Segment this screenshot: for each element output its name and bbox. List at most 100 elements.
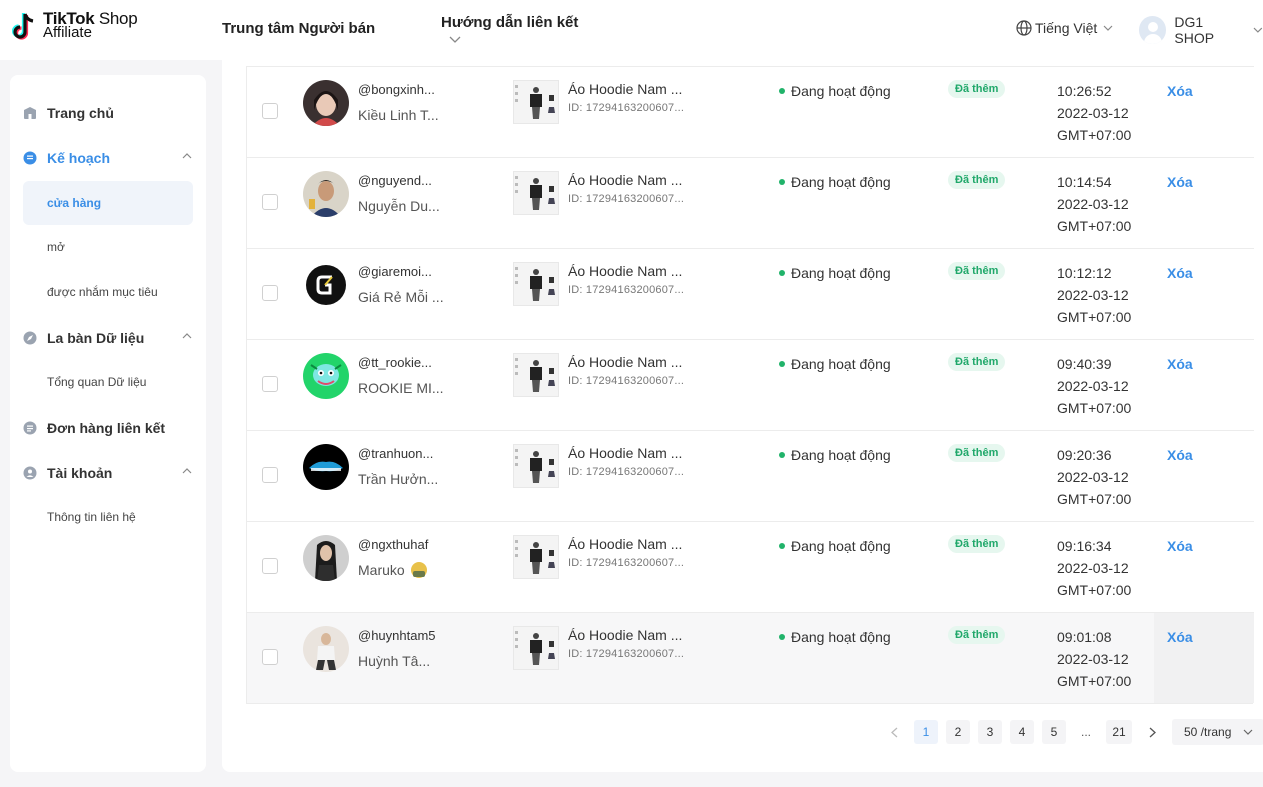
- status-text: Đang hoạt động: [791, 538, 891, 554]
- creator-handle[interactable]: @ngxthuhaf: [358, 537, 428, 552]
- table-row: @huynhtam5 Huỳnh Tâ... Áo Hoodie Nam ...…: [247, 612, 1254, 703]
- sidebar-item-plan[interactable]: Kế hoạch: [10, 140, 206, 176]
- creators-table: @bongxinh... Kiều Linh T... Áo Hoodie Na…: [246, 66, 1254, 704]
- language-label: Tiếng Việt: [1035, 20, 1098, 36]
- product-thumbnail: [513, 353, 559, 397]
- status-text: Đang hoạt động: [791, 447, 891, 463]
- product-name[interactable]: Áo Hoodie Nam ...: [568, 627, 682, 643]
- product-name[interactable]: Áo Hoodie Nam ...: [568, 263, 682, 279]
- nav-affiliate-guide[interactable]: Hướng dẫn liên kết: [441, 14, 578, 31]
- status-cell: Đang hoạt động: [779, 265, 891, 281]
- prev-page-button[interactable]: [882, 720, 906, 744]
- language-selector[interactable]: Tiếng Việt: [1016, 20, 1113, 36]
- page-button-3[interactable]: 3: [978, 720, 1002, 744]
- chevron-down-icon[interactable]: [449, 36, 461, 44]
- creator-avatar: [303, 353, 349, 399]
- page-button-1[interactable]: 1: [914, 720, 938, 744]
- chevron-up-icon[interactable]: [182, 468, 192, 474]
- creator-avatar: [303, 626, 349, 672]
- next-page-button[interactable]: [1140, 720, 1164, 744]
- row-checkbox[interactable]: [262, 467, 278, 483]
- creator-handle[interactable]: @tt_rookie...: [358, 355, 432, 370]
- status-dot: [779, 88, 785, 94]
- delete-button[interactable]: Xóa: [1167, 83, 1193, 99]
- timestamp: 10:14:54 2022-03-12 GMT+07:00: [1057, 174, 1132, 234]
- top-bar: TikTok Shop Affiliate Trung tâm Người bá…: [0, 0, 1263, 60]
- status-badge: Đã thêm: [948, 171, 1006, 189]
- page-button-5[interactable]: 5: [1042, 720, 1066, 744]
- table-row: @bongxinh... Kiều Linh T... Áo Hoodie Na…: [247, 66, 1254, 157]
- product-name[interactable]: Áo Hoodie Nam ...: [568, 81, 682, 97]
- timestamp: 09:20:36 2022-03-12 GMT+07:00: [1057, 447, 1132, 507]
- creator-name: Huỳnh Tâ...: [358, 653, 431, 669]
- status-cell: Đang hoạt động: [779, 356, 891, 372]
- creator-handle[interactable]: @giaremoi...: [358, 264, 432, 279]
- product-thumbnail: [513, 535, 559, 579]
- delete-button[interactable]: Xóa: [1167, 265, 1193, 281]
- delete-button[interactable]: Xóa: [1167, 174, 1193, 190]
- plan-icon: [23, 151, 37, 165]
- sidebar-item-home[interactable]: Trang chủ: [10, 95, 206, 131]
- chevron-down-icon: [1103, 25, 1113, 31]
- delete-button[interactable]: Xóa: [1167, 447, 1193, 463]
- sidebar-item-store[interactable]: cửa hàng: [23, 181, 193, 225]
- row-checkbox[interactable]: [262, 103, 278, 119]
- row-checkbox[interactable]: [262, 285, 278, 301]
- sidebar-item-targeted[interactable]: được nhắm mục tiêu: [10, 270, 206, 314]
- product-name[interactable]: Áo Hoodie Nam ...: [568, 354, 682, 370]
- sidebar-item-open[interactable]: mở: [10, 225, 206, 269]
- row-checkbox[interactable]: [262, 649, 278, 665]
- status-cell: Đang hoạt động: [779, 83, 891, 99]
- status-cell: Đang hoạt động: [779, 538, 891, 554]
- main-panel: @bongxinh... Kiều Linh T... Áo Hoodie Na…: [222, 60, 1263, 772]
- table-row: @tt_rookie... ROOKIE MI... Áo Hoodie Nam…: [247, 339, 1254, 430]
- page-button-last[interactable]: 21: [1106, 720, 1132, 744]
- creator-handle[interactable]: @bongxinh...: [358, 82, 435, 97]
- timestamp: 10:12:12 2022-03-12 GMT+07:00: [1057, 265, 1132, 325]
- tiktok-shop-logo[interactable]: TikTok Shop Affiliate: [12, 10, 138, 41]
- pagination: 1 2 3 4 5 ... 21 50 /trang: [882, 719, 1263, 745]
- product-name[interactable]: Áo Hoodie Nam ...: [568, 445, 682, 461]
- sidebar-item-data-overview[interactable]: Tổng quan Dữ liệu: [10, 360, 206, 404]
- creator-handle[interactable]: @tranhuon...: [358, 446, 433, 461]
- row-checkbox[interactable]: [262, 194, 278, 210]
- chevron-down-icon: [1253, 27, 1263, 33]
- product-name[interactable]: Áo Hoodie Nam ...: [568, 536, 682, 552]
- chevron-up-icon[interactable]: [182, 333, 192, 339]
- page-button-4[interactable]: 4: [1010, 720, 1034, 744]
- globe-icon: [1016, 20, 1032, 36]
- tiktok-logo-icon: [12, 13, 34, 40]
- table-row: @tranhuon... Trần Hưởn... Áo Hoodie Nam …: [247, 430, 1254, 521]
- creator-handle[interactable]: @nguyend...: [358, 173, 432, 188]
- product-thumbnail: [513, 171, 559, 215]
- sidebar-item-account[interactable]: Tài khoản: [10, 455, 206, 491]
- user-menu[interactable]: DG1 SHOP: [1139, 14, 1263, 46]
- product-name[interactable]: Áo Hoodie Nam ...: [568, 172, 682, 188]
- status-badge: Đã thêm: [948, 626, 1006, 644]
- chevron-up-icon[interactable]: [182, 153, 192, 159]
- status-dot: [779, 179, 785, 185]
- delete-button[interactable]: Xóa: [1167, 629, 1193, 645]
- page-size-select[interactable]: 50 /trang: [1172, 719, 1263, 745]
- timestamp: 09:40:39 2022-03-12 GMT+07:00: [1057, 356, 1132, 416]
- status-badge: Đã thêm: [948, 262, 1006, 280]
- delete-button[interactable]: Xóa: [1167, 356, 1193, 372]
- sidebar-item-data-compass[interactable]: La bàn Dữ liệu: [10, 320, 206, 356]
- row-checkbox[interactable]: [262, 376, 278, 392]
- sidebar-item-contact-info[interactable]: Thông tin liên hệ: [10, 495, 206, 539]
- product-id: ID: 17294163200607...: [568, 557, 685, 569]
- page-button-2[interactable]: 2: [946, 720, 970, 744]
- row-checkbox[interactable]: [262, 558, 278, 574]
- status-text: Đang hoạt động: [791, 265, 891, 281]
- table-row: @giaremoi... Giá Rẻ Mỗi ... Áo Hoodie Na…: [247, 248, 1254, 339]
- sidebar-item-affiliate-orders[interactable]: Đơn hàng liên kết: [10, 410, 206, 446]
- creator-handle[interactable]: @huynhtam5: [358, 628, 436, 643]
- product-thumbnail: [513, 262, 559, 306]
- delete-button[interactable]: Xóa: [1167, 538, 1193, 554]
- nav-seller-center[interactable]: Trung tâm Người bán: [222, 20, 375, 37]
- page-ellipsis[interactable]: ...: [1074, 725, 1098, 739]
- status-cell: Đang hoạt động: [779, 629, 891, 645]
- status-dot: [779, 634, 785, 640]
- creator-avatar: [303, 171, 349, 217]
- status-dot: [779, 543, 785, 549]
